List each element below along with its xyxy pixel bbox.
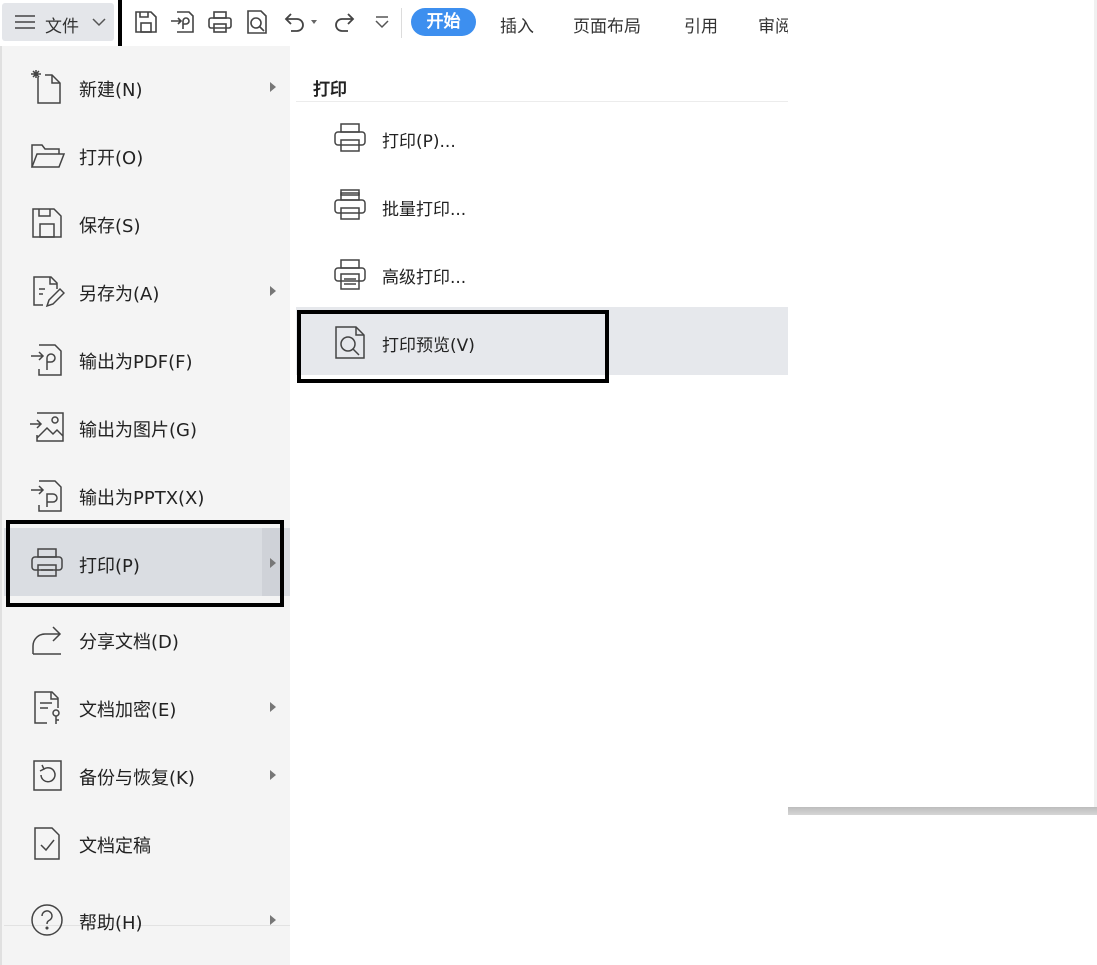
submenu-item-print-preview[interactable]: 打印预览(V) [296,307,788,375]
tab-insert[interactable]: 插入 [500,12,534,37]
submenu-divider [296,101,788,102]
menu-item-label: 打开(O) [79,148,144,169]
advanced-print-icon [332,256,368,292]
print-preview-icon [332,324,368,360]
printer-icon [29,545,65,581]
file-menu-label: 文件 [45,17,79,37]
menu-item-label: 保存(S) [79,216,141,237]
submenu-arrow-icon [270,770,276,780]
save-as-icon [29,273,65,309]
help-icon [29,902,65,938]
share-icon [29,621,65,657]
menu-item-label: 文档加密(E) [79,700,177,721]
menu-item-label: 输出为图片(G) [79,420,197,441]
save-icon [29,205,65,241]
batch-print-icon [332,188,368,224]
tab-page-layout[interactable]: 页面布局 [573,12,641,37]
undo-icon[interactable] [281,9,307,35]
print-icon[interactable] [207,9,233,35]
export-pdf-icon [29,341,65,377]
menu-item-backup-restore[interactable]: 备份与恢复(K) [4,740,290,808]
submenu-arrow-icon [270,286,276,296]
menu-item-label: 新建(N) [79,80,143,101]
export-pptx-icon [29,477,65,513]
submenu-item-label: 高级打印... [382,268,467,288]
export-pdf-icon[interactable] [170,9,196,35]
finalize-doc-icon [29,825,65,861]
undo-dropdown-icon[interactable] [308,9,322,35]
menu-item-label: 分享文档(D) [79,632,179,653]
menu-item-label: 打印(P) [79,556,140,577]
menu-item-save[interactable]: 保存(S) [4,188,290,256]
document-shadow [788,807,1097,815]
tab-references[interactable]: 引用 [684,12,718,37]
tab-start[interactable]: 开始 [411,8,476,36]
menu-item-label: 输出为PPTX(X) [79,488,205,509]
menu-item-label: 输出为PDF(F) [79,352,193,373]
menu-item-open[interactable]: 打开(O) [4,120,290,188]
toolbar-divider [401,8,402,38]
menu-item-print[interactable]: 打印(P) [4,528,290,596]
print-preview-icon[interactable] [244,9,270,35]
submenu-item-advanced-print[interactable]: 高级打印... [296,239,788,307]
menu-item-label: 另存为(A) [79,284,160,305]
submenu-arrow-icon [270,82,276,92]
submenu-item-label: 打印预览(V) [382,336,475,356]
chevron-down-icon [92,18,106,27]
submenu-arrow-icon [270,702,276,712]
menu-item-encrypt[interactable]: 文档加密(E) [4,672,290,740]
print-submenu-panel: 打印 打印(P)... 批量打印... 高级打印... 打印预览(V) [296,46,788,376]
quick-access-toolbar: 文件 开始 插入 页面布局 引用 审阅 [0,0,788,52]
menu-item-help[interactable]: 帮助(H) [4,885,290,953]
save-icon[interactable] [133,9,159,35]
customize-toolbar-icon[interactable] [369,9,395,35]
submenu-item-label: 打印(P)... [382,132,456,152]
submenu-item-print[interactable]: 打印(P)... [296,103,788,171]
backup-restore-icon [29,757,65,793]
menu-item-export-image[interactable]: 输出为图片(G) [4,392,290,460]
submenu-item-label: 批量打印... [382,200,467,220]
menu-item-label: 帮助(H) [79,913,143,934]
folder-open-icon [29,137,65,173]
menu-item-export-pptx[interactable]: 输出为PPTX(X) [4,460,290,528]
file-menu-panel: 新建(N) 打开(O) 保存(S) 另存为(A) 输出为PDF(F) 输出为图片… [0,46,290,965]
submenu-arrow-icon [270,915,276,925]
submenu-title: 打印 [313,80,347,100]
menu-item-label: 备份与恢复(K) [79,768,195,789]
submenu-arrow-icon [270,558,276,568]
printer-icon [332,120,368,156]
file-menu-button[interactable]: 文件 [2,3,114,41]
export-image-icon [29,409,65,445]
redo-icon[interactable] [332,9,358,35]
tab-review[interactable]: 审阅 [758,12,788,36]
menu-item-export-pdf[interactable]: 输出为PDF(F) [4,324,290,392]
menu-item-share[interactable]: 分享文档(D) [4,604,290,672]
menu-item-save-as[interactable]: 另存为(A) [4,256,290,324]
submenu-item-batch-print[interactable]: 批量打印... [296,171,788,239]
hamburger-icon [15,14,35,30]
menu-item-label: 文档定稿 [79,836,151,857]
new-file-icon [29,69,65,105]
menu-item-finalize[interactable]: 文档定稿 [4,808,290,876]
encrypt-doc-icon [29,689,65,725]
menu-item-new[interactable]: 新建(N) [4,52,290,120]
